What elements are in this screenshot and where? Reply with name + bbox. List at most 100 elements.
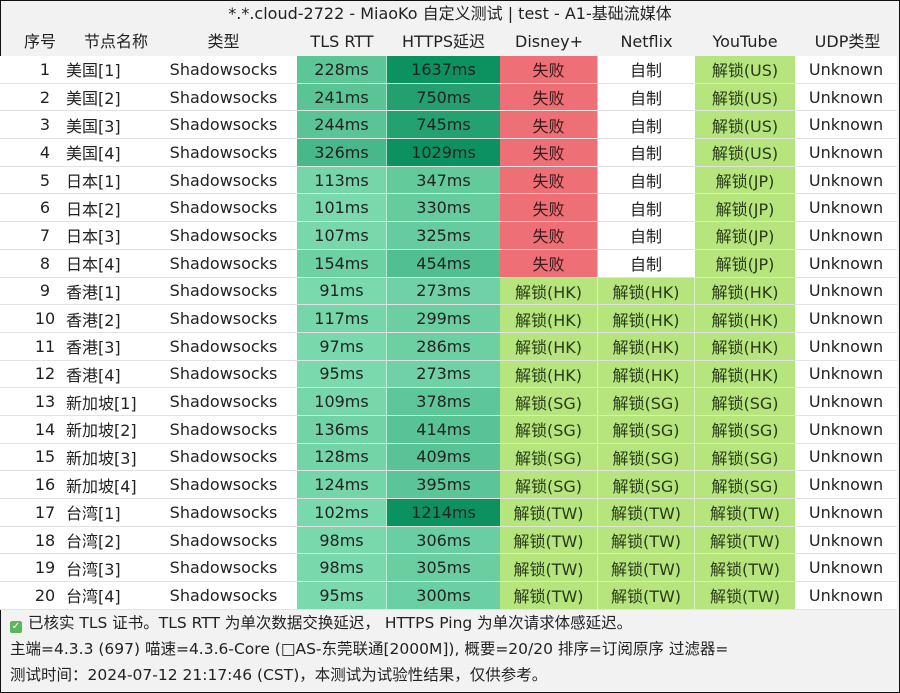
cell-udp-type: Unknown [795, 526, 897, 554]
cell-tls-rtt: 101ms [297, 194, 387, 222]
cell-disney: 解锁(SG) [500, 471, 598, 498]
cell-tls-rtt: 91ms [297, 277, 387, 305]
cell-disney: 解锁(HK) [500, 332, 598, 360]
cell-youtube: 解锁(US) [695, 111, 795, 139]
cell-udp-type: Unknown [795, 277, 897, 305]
cell-disney: 解锁(TW) [500, 526, 598, 554]
cell-https-latency: 300ms [387, 582, 500, 609]
footer-tls-note: ✓ 已核实 TLS 证书。TLS RTT 为单次数据交换延迟， HTTPS Pin… [0, 610, 900, 636]
cell-udp-type: Unknown [795, 471, 897, 498]
cell-youtube: 解锁(HK) [695, 305, 795, 332]
cell-type: Shadowsocks [169, 336, 278, 356]
cell-disney: 解锁(HK) [500, 360, 598, 388]
cell-https-latency: 305ms [387, 554, 500, 582]
cell-disney: 失败 [500, 249, 598, 277]
cell-netflix: 解锁(SG) [598, 415, 695, 443]
cell-disney: 解锁(SG) [500, 388, 598, 415]
cell-udp-type: Unknown [795, 415, 897, 443]
cell-https-latency: 273ms [387, 277, 500, 305]
cell-netflix: 解锁(HK) [598, 360, 695, 388]
col-header-tls-rtt: TLS RTT [310, 32, 374, 51]
cell-youtube: 解锁(TW) [695, 554, 795, 582]
table-row: 15 新加坡[3] Shadowsocks 128ms 409ms 解锁(SG) 解锁(SG… [0, 443, 897, 472]
cell-netflix: 自制 [598, 166, 695, 194]
table-row: 2 美国[2] Shadowsocks 241ms 750ms 失败 自制 解锁(US) Unk… [0, 83, 897, 112]
cell-youtube: 解锁(US) [695, 139, 795, 166]
cell-https-latency: 750ms [387, 83, 500, 111]
cell-https-latency: 330ms [387, 194, 500, 222]
results-table: 1 美国[1] Shadowsocks 228ms 1637ms 失败 自制 解锁(US) Un… [0, 56, 897, 610]
cell-disney: 失败 [500, 83, 598, 111]
cell-netflix: 解锁(SG) [598, 388, 695, 415]
col-header-youtube: YouTube [712, 32, 778, 51]
cell-https-latency: 306ms [387, 526, 500, 554]
cell-netflix: 解锁(TW) [598, 582, 695, 609]
cell-https-latency: 1214ms [387, 499, 500, 526]
cell-type: Shadowsocks [169, 419, 278, 439]
cell-udp-type: Unknown [795, 222, 897, 249]
cell-udp-type: Unknown [795, 166, 897, 194]
cell-https-latency: 414ms [387, 415, 500, 443]
cell-tls-rtt: 107ms [297, 222, 387, 249]
cell-youtube: 解锁(HK) [695, 277, 795, 305]
cell-youtube: 解锁(JP) [695, 194, 795, 222]
table-row: 16 新加坡[4] Shadowsocks 124ms 395ms 解锁(SG) 解锁(SG… [0, 471, 897, 499]
cell-disney: 解锁(SG) [500, 415, 598, 443]
cell-disney: 失败 [500, 139, 598, 166]
cell-type: Shadowsocks [169, 225, 278, 245]
cell-udp-type: Unknown [795, 443, 897, 471]
cell-https-latency: 409ms [387, 443, 500, 471]
cell-netflix: 解锁(SG) [598, 443, 695, 471]
cell-tls-rtt: 241ms [297, 83, 387, 111]
cell-tls-rtt: 124ms [297, 471, 387, 498]
report-title: *.*.cloud-2722 - MiaoKo 自定义测试 | test - A… [228, 4, 672, 23]
cell-tls-rtt: 97ms [297, 332, 387, 360]
table-row: 20 台湾[4] Shadowsocks 95ms 300ms 解锁(TW) 解锁(TW) 解… [0, 582, 897, 610]
cell-tls-rtt: 244ms [297, 111, 387, 139]
cell-tls-rtt: 228ms [297, 56, 387, 83]
cell-udp-type: Unknown [795, 111, 897, 139]
cell-tls-rtt: 95ms [297, 360, 387, 388]
cell-disney: 失败 [500, 194, 598, 222]
cell-youtube: 解锁(SG) [695, 443, 795, 471]
col-header-type: 类型 [207, 32, 240, 51]
cell-tls-rtt: 136ms [297, 415, 387, 443]
cell-tls-rtt: 154ms [297, 249, 387, 277]
footer-backend-info: 主端=4.3.3 (697) 喵速=4.3.6-Core (□AS-东莞联通[2… [10, 640, 729, 658]
cell-netflix: 解锁(TW) [598, 526, 695, 554]
cell-tls-rtt: 98ms [297, 526, 387, 554]
cell-type: Shadowsocks [169, 59, 278, 79]
cell-https-latency: 1637ms [387, 56, 500, 83]
table-row: 18 台湾[2] Shadowsocks 98ms 306ms 解锁(TW) 解锁(TW) 解… [0, 526, 897, 555]
cell-netflix: 自制 [598, 83, 695, 111]
col-header-udp-type: UDP类型 [814, 32, 881, 51]
table-row: 4 美国[4] Shadowsocks 326ms 1029ms 失败 自制 解锁(US) Un… [0, 139, 897, 167]
col-header-netflix: Netflix [620, 32, 673, 51]
cell-https-latency: 299ms [387, 305, 500, 332]
cell-type: Shadowsocks [169, 558, 278, 578]
cell-youtube: 解锁(TW) [695, 526, 795, 554]
cell-udp-type: Unknown [795, 499, 897, 526]
table-row: 3 美国[3] Shadowsocks 244ms 745ms 失败 自制 解锁(US) Unk… [0, 111, 897, 140]
cell-youtube: 解锁(JP) [695, 249, 795, 277]
checkbox-checked-icon: ✓ [10, 621, 22, 633]
cell-type: Shadowsocks [169, 475, 278, 495]
cell-udp-type: Unknown [795, 582, 897, 609]
cell-https-latency: 395ms [387, 471, 500, 498]
cell-udp-type: Unknown [795, 305, 897, 332]
cell-https-latency: 745ms [387, 111, 500, 139]
table-row: 19 台湾[3] Shadowsocks 98ms 305ms 解锁(TW) 解锁(TW) 解… [0, 554, 897, 583]
cell-youtube: 解锁(JP) [695, 222, 795, 249]
cell-udp-type: Unknown [795, 332, 897, 360]
cell-https-latency: 454ms [387, 249, 500, 277]
cell-disney: 解锁(HK) [500, 305, 598, 332]
cell-type: Shadowsocks [169, 142, 278, 162]
cell-type: Shadowsocks [169, 530, 278, 550]
cell-https-latency: 378ms [387, 388, 500, 415]
cell-tls-rtt: 102ms [297, 499, 387, 526]
cell-type: Shadowsocks [169, 585, 278, 605]
cell-type: Shadowsocks [169, 170, 278, 190]
cell-tls-rtt: 113ms [297, 166, 387, 194]
cell-type: Shadowsocks [169, 253, 278, 273]
cell-youtube: 解锁(SG) [695, 471, 795, 498]
